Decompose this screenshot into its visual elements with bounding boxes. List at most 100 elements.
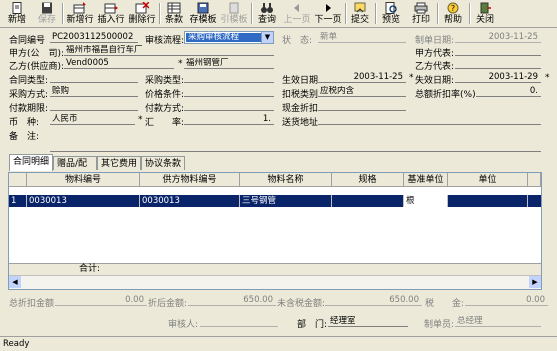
- base-unit-cell[interactable]: 根: [404, 195, 448, 207]
- untaxed-field: 650.00: [325, 295, 422, 306]
- scroll-right-icon[interactable]: ▶: [529, 276, 541, 288]
- remark-field[interactable]: [50, 128, 541, 152]
- currency-label: 币 种:: [9, 118, 40, 128]
- spec-cell[interactable]: [332, 195, 404, 207]
- print-button[interactable]: 打印: [408, 1, 434, 26]
- tab-contract-detail[interactable]: 合同明细: [9, 154, 53, 171]
- total-row: 合计:: [9, 263, 541, 275]
- next-page-button[interactable]: 下一页: [313, 1, 343, 26]
- column-header-extra: [528, 173, 541, 187]
- vendor-material-no-cell[interactable]: 0030013: [140, 195, 240, 207]
- insert-row-button[interactable]: 插入行: [96, 1, 126, 26]
- save-button[interactable]: 保存: [34, 1, 60, 26]
- help-button[interactable]: ? 帮助: [440, 1, 466, 26]
- payment-term-field[interactable]: [50, 100, 138, 111]
- cash-discount-label: 现金折扣:: [282, 104, 322, 114]
- contract-no-field[interactable]: PC2003112500002: [50, 32, 138, 43]
- save-button-label: 保存: [37, 15, 56, 25]
- new-button[interactable]: 新增: [2, 1, 32, 26]
- horizontal-scrollbar[interactable]: ◀ ▶: [9, 275, 541, 289]
- save-template-button[interactable]: 存模板: [188, 1, 218, 26]
- discount-rate-field[interactable]: 0.: [476, 86, 541, 97]
- column-header[interactable]: 基准单位: [404, 173, 448, 187]
- load-template-button-label: 引模板: [220, 15, 248, 25]
- currency-field[interactable]: 人民币: [50, 114, 135, 125]
- toolbar-separator: [375, 3, 377, 24]
- prev-page-button[interactable]: 上一页: [282, 1, 312, 26]
- next-page-button-label: 下一页: [314, 15, 342, 25]
- maker-label: 制单员:: [424, 320, 455, 330]
- payment-method-field[interactable]: [184, 100, 274, 111]
- toolbar-separator: [159, 3, 161, 24]
- terms-button[interactable]: 条款: [162, 1, 186, 26]
- rate-label: 汇 率:: [145, 118, 185, 128]
- save-disk-icon: [42, 2, 52, 14]
- unit-cell[interactable]: [448, 195, 528, 207]
- material-name-cell[interactable]: 三号钢管: [240, 195, 332, 207]
- material-no-cell[interactable]: 0030013: [27, 195, 140, 207]
- purchase-method-field[interactable]: 赊购: [50, 86, 138, 97]
- new-button-label: 新增: [7, 15, 26, 25]
- submit-button-label: 提交: [350, 15, 369, 25]
- delivery-addr-field[interactable]: [318, 114, 541, 125]
- party-b-rep-field[interactable]: [455, 58, 541, 69]
- column-header[interactable]: 规格: [332, 173, 404, 187]
- tax-field: 0.00: [465, 295, 548, 306]
- deduction-type-field[interactable]: 应税内含: [318, 86, 406, 97]
- column-header[interactable]: 物料编号: [27, 173, 140, 187]
- query-button[interactable]: 查询: [254, 1, 280, 26]
- terms-button-label: 条款: [164, 15, 183, 25]
- cash-discount-field[interactable]: [318, 100, 406, 111]
- party-b-name-field[interactable]: 福州钢管厂: [184, 58, 274, 69]
- column-header[interactable]: 单位: [448, 173, 528, 187]
- prev-arrow-icon: [294, 4, 299, 12]
- required-marker: *: [545, 73, 550, 83]
- status-bar: Ready: [0, 336, 557, 351]
- submit-button[interactable]: 提交: [348, 1, 372, 26]
- party-a-rep-field[interactable]: [455, 45, 541, 56]
- close-button-label: 关闭: [475, 15, 494, 25]
- column-header[interactable]: 供方物料编号: [140, 173, 240, 187]
- toolbar: 新增 保存 新增行 插入行 删除行 条款 存模板 引模板 查询 上一页 下一页: [0, 0, 557, 28]
- contract-type-field[interactable]: [50, 72, 138, 83]
- printer-icon: [414, 2, 428, 14]
- expire-date-label: 失效日期:: [415, 76, 455, 86]
- status-text: Ready: [3, 339, 30, 349]
- tab-agreement-terms[interactable]: 协议条款: [141, 156, 185, 170]
- close-button[interactable]: 关闭: [472, 1, 498, 26]
- insert-row-button-label: 插入行: [97, 15, 125, 25]
- expire-date-field[interactable]: 2003-11-29: [455, 72, 541, 83]
- purchase-type-field[interactable]: [184, 72, 274, 83]
- preview-button[interactable]: 预览: [378, 1, 404, 26]
- untaxed-label: 未含税金额:: [277, 299, 326, 309]
- chevron-down-icon[interactable]: ▼: [261, 32, 273, 43]
- price-terms-field[interactable]: [184, 86, 274, 97]
- load-template-button[interactable]: 引模板: [219, 1, 249, 26]
- dept-field[interactable]: 经理室: [328, 316, 408, 327]
- party-a-field[interactable]: 福州市福昌自行车厂: [64, 45, 274, 56]
- toolbar-separator: [437, 3, 439, 24]
- after-discount-label: 折后金额:: [148, 299, 188, 309]
- help-icon: ?: [447, 2, 459, 14]
- rate-field[interactable]: 1.: [184, 114, 274, 125]
- party-b-code-field[interactable]: Vend0005: [64, 58, 174, 69]
- delete-row-button[interactable]: 删除行: [127, 1, 157, 26]
- add-row-button[interactable]: 新增行: [65, 1, 95, 26]
- contract-no-label: 合同编号: [9, 36, 46, 46]
- query-button-label: 查询: [257, 15, 276, 25]
- status-label: 状 态:: [282, 36, 313, 46]
- preview-button-label: 预览: [381, 15, 400, 25]
- scroll-left-icon[interactable]: ◀: [9, 276, 21, 288]
- column-header[interactable]: 物料名称: [240, 173, 332, 187]
- add-row-button-label: 新增行: [66, 15, 94, 25]
- detail-grid[interactable]: 物料编号 供方物料编号 物料名称 规格 基准单位 单位 1 0030013 00…: [8, 172, 542, 290]
- total-label: 合计:: [79, 264, 101, 274]
- tab-other-fees[interactable]: 其它费用: [97, 156, 141, 170]
- party-a-label: 甲方(公 司):: [9, 49, 65, 59]
- effective-date-field[interactable]: 2003-11-25: [318, 72, 406, 83]
- tab-gifts[interactable]: 赠品/配件: [53, 156, 97, 183]
- flow-select[interactable]: 采购审核流程 ▼: [184, 31, 274, 44]
- delete-row-button-label: 删除行: [128, 15, 156, 25]
- required-marker: *: [409, 73, 414, 83]
- table-row[interactable]: 1 0030013 0030013 三号钢管 根: [9, 195, 541, 207]
